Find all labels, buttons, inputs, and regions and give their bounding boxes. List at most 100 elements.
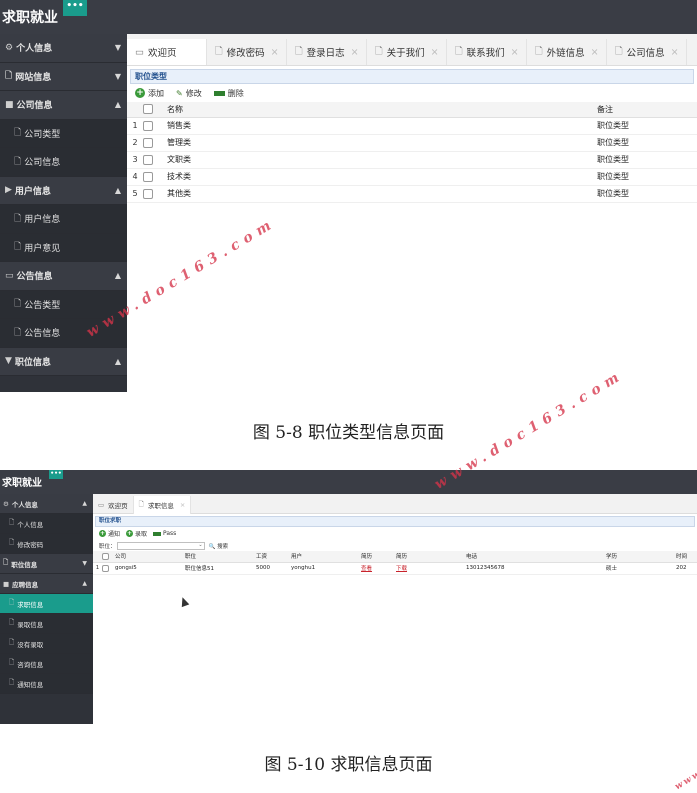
sidebar-item-label: 应聘信息 (12, 580, 39, 589)
cell-time: 202 (676, 562, 697, 575)
file-icon: 🗋 (5, 71, 13, 82)
plus-icon: + (99, 530, 106, 537)
tab-item[interactable]: 🗋 登录日志 × (287, 39, 367, 65)
position-select[interactable]: ⌄ (116, 541, 205, 550)
sidebar-item-label: 个人信息 (11, 500, 38, 509)
sidebar-item[interactable]: ⚙ 个人信息 ▲ (0, 494, 93, 514)
sidebar-item[interactable]: 🗋 职位信息 ▼ (0, 554, 93, 574)
close-icon[interactable]: × (180, 501, 185, 509)
sidebar-item[interactable]: 🗋 通知信息 (0, 674, 93, 694)
select-all-checkbox[interactable] (143, 104, 153, 115)
table-row[interactable]: 3 文职类 职位类型 (127, 151, 697, 169)
tab-item[interactable]: 🗋 关于我们 × (367, 39, 447, 65)
sidebar-item[interactable]: 🗋 修改密码 (0, 534, 93, 554)
admit-button[interactable]: + 录取 (126, 529, 147, 538)
cell-resume-view: 查看 (361, 562, 396, 575)
table-row[interactable]: 4 技术类 职位类型 (127, 168, 697, 186)
menu-toggle-button[interactable]: ••• (49, 470, 63, 479)
header-num (93, 551, 102, 563)
close-icon[interactable]: × (671, 47, 679, 58)
notify-button[interactable]: + 通知 (99, 529, 120, 538)
job-type-table: 名称 备注 1 销售类 职位类型 2 管理类 职位类型 3 文职类 职位类型 4 技术类 职位类型 5 其… (127, 102, 697, 203)
sidebar-item[interactable]: ▭ 公告信息 ▲ (0, 262, 127, 291)
sidebar-item[interactable]: 🗋 没有录取 (0, 634, 93, 654)
table-row[interactable]: 2 管理类 职位类型 (127, 134, 697, 152)
tab-item[interactable]: 🗋 外链信息 × (527, 39, 607, 65)
row-number: 3 (127, 151, 143, 169)
select-all-checkbox[interactable] (102, 552, 109, 560)
caret-down-icon: ▼ (5, 356, 12, 367)
search-button[interactable]: 🔍 搜索 (209, 542, 229, 550)
sidebar-item[interactable]: 🗋 网站信息 ▼ (0, 62, 127, 91)
sidebar-item[interactable]: 🗋 公司信息 (0, 148, 127, 177)
sidebar-item[interactable]: 🗋 个人信息 (0, 514, 93, 534)
download-resume-link[interactable]: 下载 (396, 566, 407, 572)
pass-button[interactable]: Pass (153, 530, 176, 537)
main-content: ▭ 欢迎页 🗋 求职信息 × 职位求职 + 通知 + 录取 Pass 职位： ⌄ 🔍 (93, 494, 697, 724)
row-checkbox[interactable] (102, 564, 109, 572)
tab-item[interactable]: 🗋 公司信息 × (607, 39, 687, 65)
table-row[interactable]: 1 gongsi5 职位信息51 5000 yonghu1 查看 下载 1301… (93, 562, 697, 575)
sidebar-item-label: 公司信息 (24, 158, 61, 169)
cell-position: 职位信息51 (185, 562, 256, 575)
close-icon[interactable]: × (511, 47, 519, 58)
close-icon[interactable]: × (351, 47, 359, 58)
sidebar-item-label: 录取信息 (17, 620, 44, 629)
sidebar-item-label: 公告信息 (16, 272, 53, 283)
caret-up-icon: ▲ (114, 100, 121, 110)
row-checkbox[interactable] (143, 188, 153, 199)
file-icon: 🗋 (9, 518, 15, 526)
sidebar-item[interactable]: ⚙ 个人信息 ▼ (0, 34, 127, 63)
edit-button[interactable]: ✎ 修改 (176, 88, 202, 99)
figure-caption-5-8: 图 5-8 职位类型信息页面 (252, 423, 445, 443)
cell-name: 文职类 (167, 151, 597, 169)
tab-item[interactable]: ▭ 欢迎页 (93, 496, 134, 514)
file-icon: 🗋 (9, 678, 15, 686)
caret-up-icon: ▲ (114, 185, 121, 195)
table-row[interactable]: 5 其他类 职位类型 (127, 185, 697, 203)
row-checkbox[interactable] (143, 171, 153, 182)
header-num (127, 102, 143, 118)
sidebar-item[interactable]: 🗋 用户意见 (0, 233, 127, 262)
sidebar-item[interactable]: ■ 公司信息 ▲ (0, 91, 127, 120)
header-column: 工资 (256, 551, 291, 563)
delete-button[interactable]: 删除 (213, 88, 244, 99)
table-row[interactable]: 1 销售类 职位类型 (127, 117, 697, 135)
close-icon[interactable]: × (271, 47, 279, 58)
file-icon: 🗋 (9, 618, 15, 626)
sidebar-item[interactable]: 🗋 求职信息 (0, 594, 93, 614)
header-column: 用户 (291, 551, 361, 563)
top-bar: 求职就业 ••• (0, 470, 697, 494)
tab-item[interactable]: 🗋 求职信息 × (133, 496, 192, 514)
tab-label: 登录日志 (306, 48, 345, 59)
sidebar-item[interactable]: 🗋 咨询信息 (0, 654, 93, 674)
tab-item[interactable]: 🗋 修改密码 × (207, 39, 287, 65)
header-column: 时间 (676, 551, 697, 563)
cell-education: 硕士 (606, 562, 676, 575)
sidebar-item[interactable]: ▶ 用户信息 ▲ (0, 176, 127, 205)
close-icon[interactable]: × (431, 47, 439, 58)
sidebar-item[interactable]: 🗋 用户信息 (0, 205, 127, 234)
add-button[interactable]: + 添加 (135, 88, 164, 99)
tab-item[interactable]: 🗋 联系我们 × (447, 39, 527, 65)
search-button-label: 搜索 (217, 543, 229, 550)
row-checkbox[interactable] (143, 120, 153, 131)
toolbar: + 添加 ✎ 修改 删除 (127, 84, 697, 102)
row-checkbox[interactable] (143, 137, 153, 148)
panel-title: 职位类型 (130, 69, 694, 84)
view-resume-link[interactable]: 查看 (361, 566, 372, 572)
sidebar-item[interactable]: ▼ 职位信息 ▲ (0, 347, 127, 376)
row-checkbox[interactable] (143, 154, 153, 165)
file-icon: 🗋 (535, 46, 543, 57)
sidebar-item[interactable]: 🗋 录取信息 (0, 614, 93, 634)
folder-icon: ■ (5, 99, 14, 110)
monitor-icon: ▭ (5, 270, 14, 281)
tab-label: 修改密码 (226, 48, 265, 59)
menu-toggle-button[interactable]: ••• (63, 0, 87, 16)
sidebar-item[interactable]: ■ 应聘信息 ▲ (0, 574, 93, 594)
close-icon[interactable]: × (591, 47, 599, 58)
sidebar-item[interactable]: 🗋 公司类型 (0, 119, 127, 148)
tab-item[interactable]: ▭ 欢迎页 (127, 39, 207, 65)
header-note: 备注 (597, 102, 697, 118)
tab-bar: ▭ 欢迎页 🗋 修改密码 × 🗋 登录日志 × 🗋 关于我们 × 🗋 联系我们 × 🗋 外链信息 × 🗋 公司信息 × (127, 34, 697, 66)
